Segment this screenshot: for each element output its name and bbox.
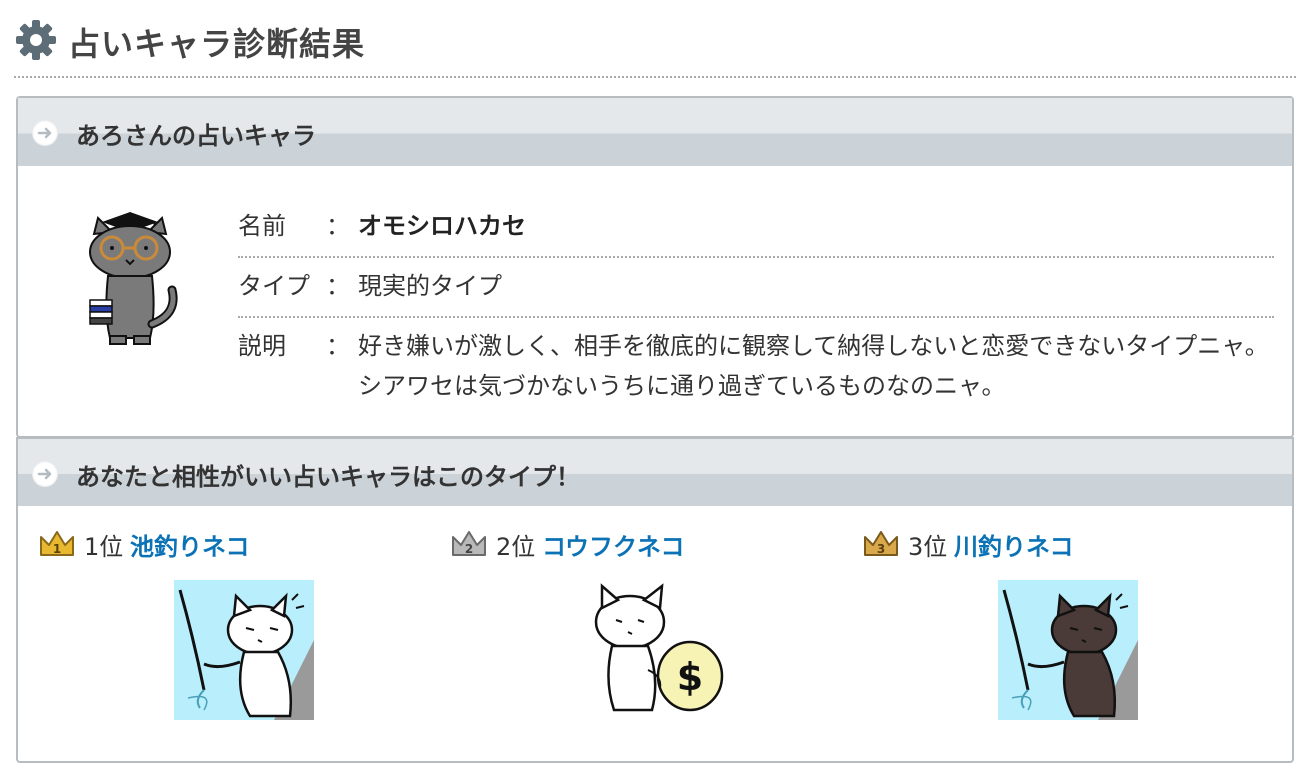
result-panel: あろさんの占いキャラ 名前 ： オモシロハカセ タイプ ： 現実的タイプ 説明 … (16, 96, 1294, 438)
compatibility-panel: あなたと相性がいい占いキャラはこのタイプ！ 1 1位 池釣りネコ 2 2位 コウ… (16, 437, 1294, 763)
svg-text:3: 3 (877, 542, 885, 556)
svg-text:$: $ (677, 655, 703, 699)
rank-2-name-link[interactable]: コウフクネコ (542, 527, 685, 562)
compatibility-heading: あなたと相性がいい占いキャラはこのタイプ！ (76, 463, 580, 491)
crown-3-icon: 3 (864, 531, 898, 556)
rank-1-name-link[interactable]: 池釣りネコ (130, 527, 250, 562)
rank-1: 1 1位 池釣りネコ (38, 525, 418, 565)
professor-cat-avatar (89, 212, 178, 345)
desc-label: 説明 (238, 332, 286, 360)
name-colon: ： (326, 212, 350, 240)
info-row-type: タイプ ： 現実的タイプ (238, 266, 1274, 318)
desc-colon: ： (326, 332, 350, 360)
arrow-right-icon (32, 461, 58, 487)
compatibility-panel-header: あなたと相性がいい占いキャラはこのタイプ！ (18, 437, 1292, 506)
crown-1-icon: 1 (40, 531, 74, 556)
arrow-right-icon (32, 120, 58, 146)
page-title: 占いキャラ診断結果 (68, 25, 366, 63)
rank-3: 3 3位 川釣りネコ (862, 525, 1262, 565)
result-heading: あろさんの占いキャラ (76, 122, 316, 150)
rank-2: 2 2位 コウフクネコ (450, 525, 830, 565)
type-value: 現実的タイプ (358, 272, 502, 300)
name-label: 名前 (238, 212, 286, 240)
rank-3-position: 3位 (908, 533, 948, 561)
lucky-cat-image[interactable]: $ (586, 580, 726, 720)
pond-fishing-cat-image[interactable] (174, 580, 314, 720)
result-panel-header: あろさんの占いキャラ (18, 98, 1292, 166)
type-colon: ： (326, 272, 350, 300)
info-row-name: 名前 ： オモシロハカセ (238, 206, 1274, 258)
rank-1-position: 1位 (84, 533, 124, 561)
info-row-description: 説明 ： 好き嫌いが激しく、相手を徹底的に観察して納得しないと恋愛できないタイプ… (238, 326, 1274, 408)
svg-text:1: 1 (53, 542, 61, 556)
crown-2-icon: 2 (452, 531, 486, 556)
svg-text:2: 2 (465, 542, 473, 556)
desc-value: 好き嫌いが激しく、相手を徹底的に観察して納得しないと恋愛できないタイプニャ。シア… (358, 332, 1269, 400)
type-label: タイプ (238, 272, 310, 300)
rank-2-position: 2位 (496, 533, 536, 561)
rank-3-name-link[interactable]: 川釣りネコ (954, 527, 1074, 562)
page-header: 占いキャラ診断結果 (14, 10, 1296, 78)
river-fishing-cat-image[interactable] (998, 580, 1138, 720)
name-value: オモシロハカセ (358, 212, 526, 240)
gear-icon (16, 20, 56, 60)
